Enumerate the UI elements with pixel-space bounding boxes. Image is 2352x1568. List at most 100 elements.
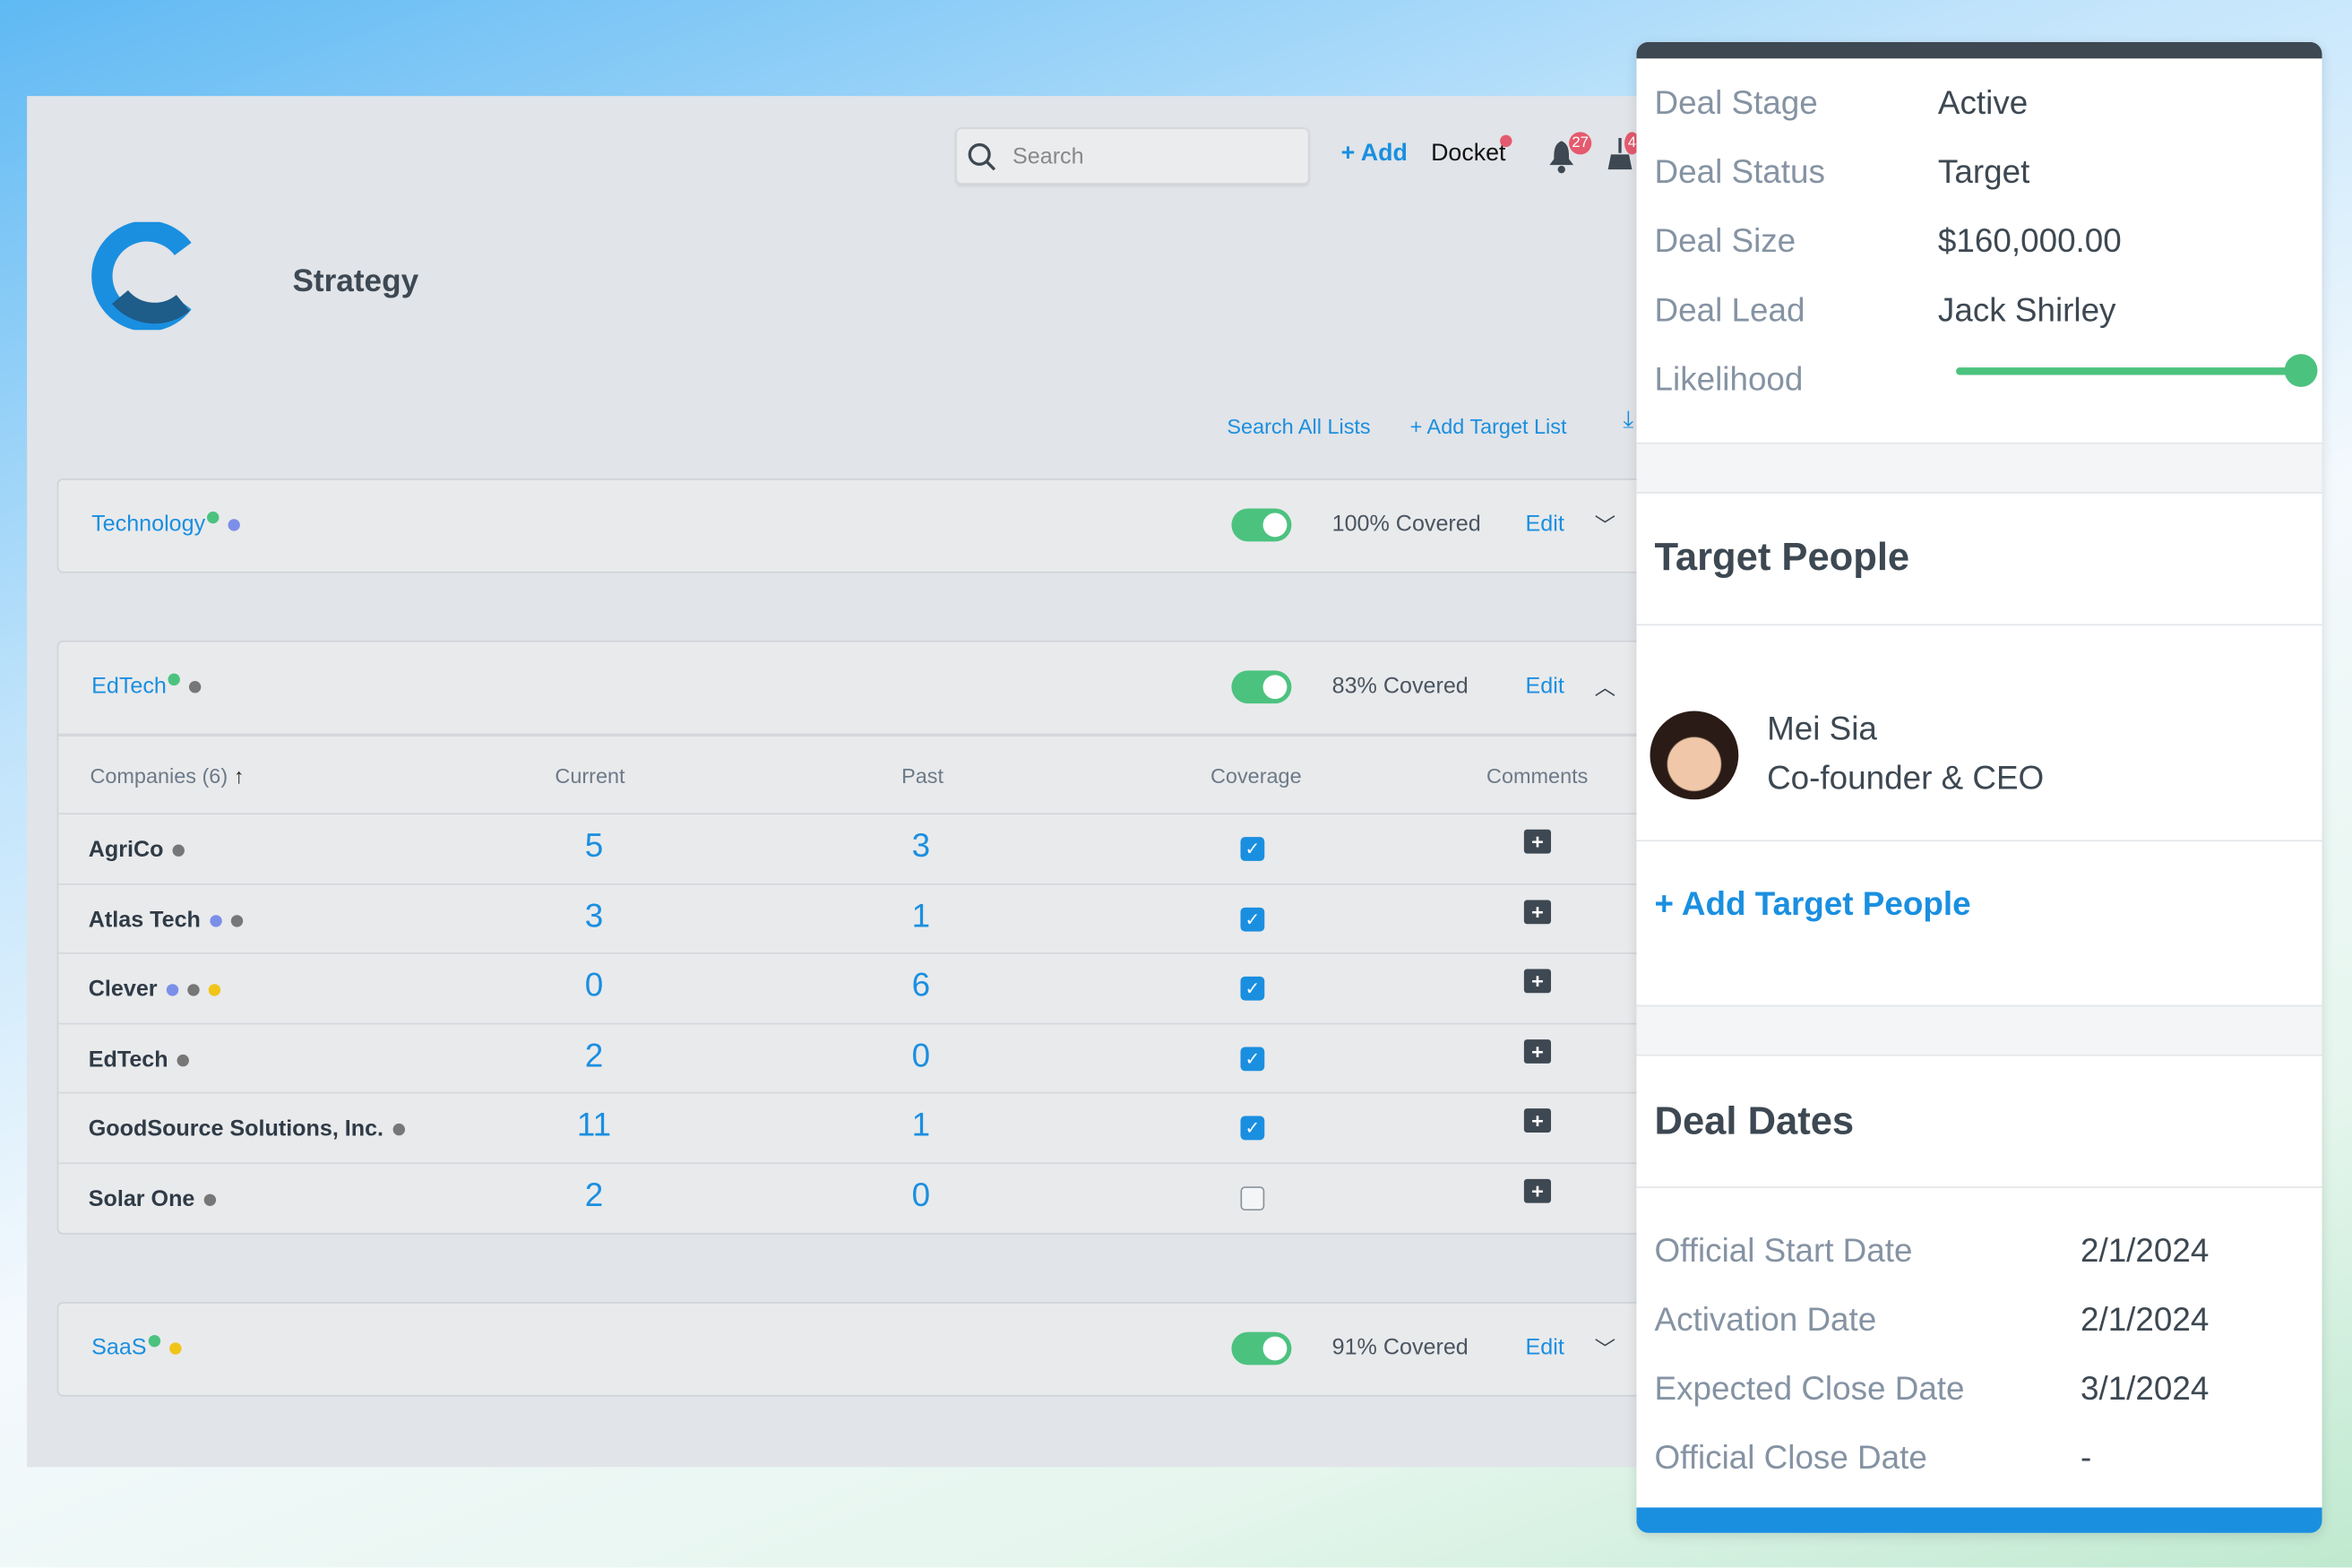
- tag-dot: [228, 518, 240, 531]
- add-comment-icon[interactable]: +: [1523, 899, 1552, 924]
- past-count[interactable]: 6: [891, 966, 951, 1005]
- list-name[interactable]: EdTech: [91, 674, 167, 699]
- deal-size-value[interactable]: $160,000.00: [1938, 222, 2122, 262]
- page-title: Strategy: [292, 263, 419, 299]
- chevron-down-icon[interactable]: ﹀: [1595, 510, 1615, 539]
- company-name[interactable]: AgriCo: [89, 837, 185, 863]
- table-row[interactable]: GoodSource Solutions, Inc. 11 1 ✓ +: [58, 1091, 1649, 1163]
- date-value[interactable]: 2/1/2024: [2081, 1231, 2209, 1271]
- coverage-checkbox[interactable]: ✓: [1240, 837, 1265, 861]
- search-all-lists-link[interactable]: Search All Lists: [1227, 414, 1370, 438]
- tag-dot: [172, 844, 185, 857]
- tag-dot: [392, 1123, 405, 1136]
- target-list-technology: Technology 100% Covered Edit ﹀: [56, 478, 1650, 573]
- deal-lead-value[interactable]: Jack Shirley: [1938, 291, 2116, 331]
- coverage-checkbox[interactable]: ✓: [1240, 906, 1265, 931]
- chevron-down-icon[interactable]: ﹀: [1595, 1333, 1615, 1363]
- deal-size-label: Deal Size: [1654, 221, 1796, 260]
- list-toggle[interactable]: [1231, 508, 1292, 542]
- table-row[interactable]: Atlas Tech 3 1 ✓ +: [58, 883, 1649, 953]
- table-row[interactable]: Solar One 2 0 +: [58, 1161, 1649, 1233]
- table-row[interactable]: EdTech 2 0 ✓ +: [58, 1021, 1649, 1093]
- deal-details-panel: Deal Stage Active Deal Status Target Dea…: [1636, 41, 2322, 1533]
- person-role: Co-founder & CEO: [1767, 759, 2045, 797]
- add-button[interactable]: + Add: [1341, 141, 1408, 168]
- deal-dates-title: Deal Dates: [1654, 1098, 1855, 1143]
- search-icon: [968, 142, 996, 171]
- company-name[interactable]: Atlas Tech: [89, 907, 243, 932]
- list-toggle[interactable]: [1231, 670, 1292, 704]
- past-count[interactable]: 0: [891, 1176, 951, 1215]
- likelihood-slider[interactable]: [1956, 354, 2318, 387]
- likelihood-label: Likelihood: [1654, 359, 1804, 398]
- current-count[interactable]: 11: [564, 1106, 624, 1145]
- past-count[interactable]: 1: [891, 1106, 951, 1145]
- coverage-checkbox[interactable]: ✓: [1240, 1046, 1265, 1071]
- company-name[interactable]: Clever: [89, 977, 220, 1002]
- download-icon[interactable]: ⤓: [1623, 408, 1633, 435]
- edit-button[interactable]: Edit: [1526, 1335, 1564, 1360]
- docket-indicator: [1500, 134, 1512, 148]
- sort-arrow-up-icon[interactable]: ↑: [234, 763, 245, 788]
- past-count[interactable]: 0: [891, 1036, 951, 1075]
- add-comment-icon[interactable]: +: [1523, 829, 1552, 854]
- current-count[interactable]: 3: [564, 896, 624, 935]
- current-count[interactable]: 2: [564, 1176, 624, 1215]
- tag-dot: [203, 1193, 216, 1206]
- person-name[interactable]: Mei Sia: [1767, 710, 1877, 749]
- search-input[interactable]: Search: [955, 127, 1310, 185]
- current-count[interactable]: 2: [564, 1036, 624, 1075]
- date-value[interactable]: 3/1/2024: [2081, 1369, 2209, 1409]
- chevron-up-icon[interactable]: ︿: [1595, 672, 1615, 702]
- tag-dot: [166, 984, 179, 996]
- table-row[interactable]: Clever 0 6 ✓ +: [58, 952, 1649, 1023]
- company-name[interactable]: GoodSource Solutions, Inc.: [89, 1116, 405, 1142]
- tag-dot: [208, 984, 220, 996]
- edit-button[interactable]: Edit: [1526, 674, 1564, 699]
- date-label: Official Close Date: [1654, 1438, 1927, 1477]
- coverage-checkbox[interactable]: [1240, 1185, 1265, 1210]
- slider-handle[interactable]: [2284, 354, 2318, 387]
- add-target-list-link[interactable]: + Add Target List: [1410, 414, 1567, 438]
- tag-dot: [168, 1341, 182, 1355]
- deal-status-label: Deal Status: [1654, 152, 1825, 191]
- notifications-badge: 27: [1569, 132, 1592, 155]
- coverage-text: 83% Covered: [1331, 673, 1469, 700]
- date-value[interactable]: 2/1/2024: [2081, 1300, 2209, 1340]
- list-toggle[interactable]: [1231, 1331, 1292, 1366]
- current-count[interactable]: 5: [564, 826, 624, 866]
- company-name[interactable]: EdTech: [89, 1047, 190, 1072]
- add-comment-icon[interactable]: +: [1523, 969, 1552, 994]
- past-count[interactable]: 1: [891, 896, 951, 935]
- list-name[interactable]: SaaS: [91, 1335, 146, 1360]
- deal-status-value[interactable]: Target: [1938, 153, 2029, 193]
- date-label: Expected Close Date: [1654, 1369, 1965, 1408]
- avatar: [1650, 711, 1739, 800]
- header-companies[interactable]: Companies (6) ↑: [90, 763, 244, 788]
- edit-button[interactable]: Edit: [1526, 512, 1564, 537]
- deal-lead-label: Deal Lead: [1654, 290, 1805, 329]
- docket-link[interactable]: Docket: [1431, 141, 1505, 168]
- add-comment-icon[interactable]: +: [1523, 1178, 1552, 1202]
- company-name[interactable]: Solar One: [89, 1185, 216, 1211]
- table-row[interactable]: AgriCo 5 3 ✓ +: [58, 813, 1649, 883]
- deal-stage-value[interactable]: Active: [1938, 84, 2028, 124]
- company-logo: [91, 221, 192, 331]
- active-dot: [148, 1334, 160, 1348]
- target-list-saas: SaaS 91% Covered Edit ﹀: [56, 1302, 1650, 1397]
- header-current: Current: [555, 763, 625, 788]
- date-label: Activation Date: [1654, 1300, 1877, 1339]
- add-comment-icon[interactable]: +: [1523, 1038, 1552, 1064]
- add-comment-icon[interactable]: +: [1523, 1108, 1552, 1133]
- active-dot: [168, 673, 180, 686]
- coverage-text: 91% Covered: [1331, 1334, 1469, 1361]
- past-count[interactable]: 3: [891, 826, 951, 866]
- coverage-checkbox[interactable]: ✓: [1240, 1116, 1265, 1141]
- list-name[interactable]: Technology: [91, 512, 205, 537]
- tag-dot: [187, 984, 200, 996]
- current-count[interactable]: 0: [564, 966, 624, 1005]
- date-value[interactable]: -: [2081, 1438, 2091, 1478]
- coverage-checkbox[interactable]: ✓: [1240, 976, 1265, 1001]
- tag-dot: [189, 680, 202, 694]
- add-target-people-link[interactable]: + Add Target People: [1655, 885, 1971, 925]
